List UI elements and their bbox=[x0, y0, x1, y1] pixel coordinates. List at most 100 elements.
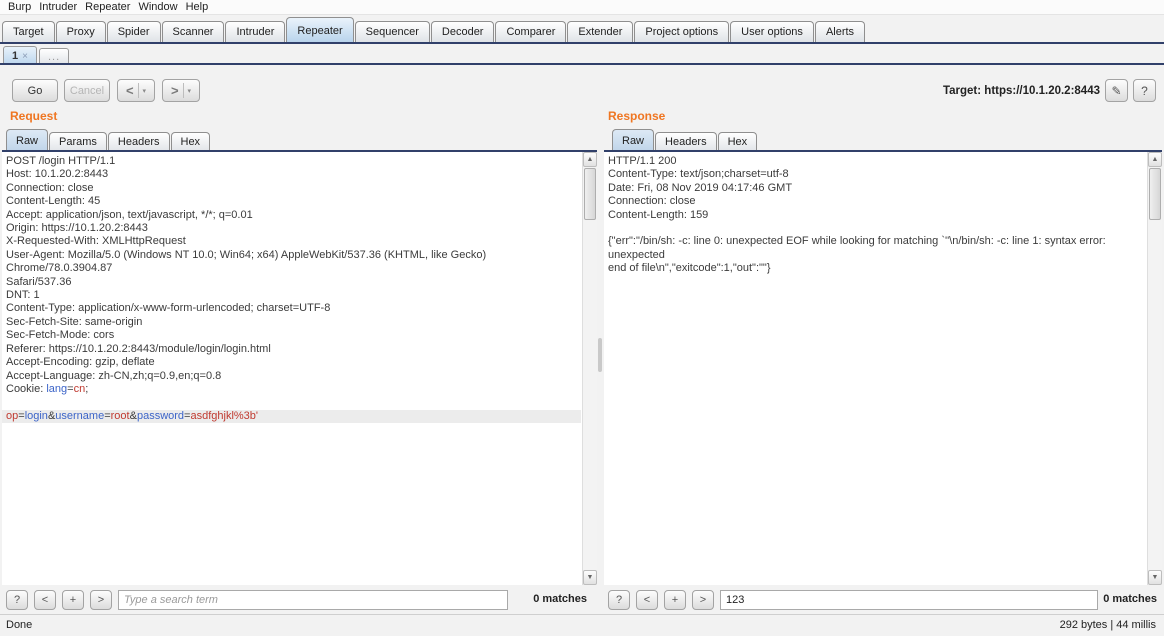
main-tab-decoder[interactable]: Decoder bbox=[430, 21, 495, 42]
request-search-next-button[interactable]: > bbox=[90, 590, 112, 610]
repeater-tab-divider bbox=[0, 63, 1164, 65]
response-search-options-button[interactable]: + bbox=[664, 590, 686, 610]
menu-item-repeater[interactable]: Repeater bbox=[81, 0, 134, 14]
response-tab-raw[interactable]: Raw bbox=[612, 129, 655, 150]
menu-item-window[interactable]: Window bbox=[134, 0, 181, 14]
repeater-tab-label: ... bbox=[47, 51, 61, 63]
main-tab-intruder[interactable]: Intruder bbox=[225, 21, 286, 42]
scroll-up-icon[interactable]: ▲ bbox=[583, 152, 597, 167]
chevron-right-icon: > bbox=[170, 83, 179, 98]
editor-line: Sec-Fetch-Mode: cors bbox=[6, 329, 115, 342]
pencil-icon: ✎ bbox=[1111, 83, 1122, 98]
request-search-input[interactable] bbox=[118, 590, 508, 610]
target-label: Target: https://10.1.20.2:8443 bbox=[942, 84, 1100, 97]
scroll-down-icon[interactable]: ▼ bbox=[1148, 570, 1162, 585]
scrollbar-thumb[interactable] bbox=[584, 168, 596, 220]
editor-line: Content-Type: application/x-www-form-url… bbox=[6, 302, 331, 315]
response-title: Response bbox=[608, 109, 666, 123]
response-search-prev-button[interactable]: < bbox=[636, 590, 658, 610]
next-request-button[interactable]: > ▾ bbox=[162, 79, 200, 102]
repeater-tab-1[interactable]: 1 × bbox=[3, 46, 37, 64]
repeater-tab--[interactable]: ... bbox=[38, 48, 70, 64]
request-search-options-button[interactable]: + bbox=[62, 590, 84, 610]
request-tab-headers[interactable]: Headers bbox=[107, 132, 170, 150]
editor-line: Content-Length: 45 bbox=[6, 195, 101, 208]
menu-item-help[interactable]: Help bbox=[182, 0, 213, 14]
main-tab-repeater[interactable]: Repeater bbox=[286, 17, 354, 42]
main-tab-scanner[interactable]: Scanner bbox=[161, 21, 225, 42]
scroll-up-icon[interactable]: ▲ bbox=[1148, 152, 1162, 167]
edit-target-button[interactable]: ✎ bbox=[1105, 79, 1128, 102]
editor-line: Content-Type: text/json;charset=utf-8 bbox=[608, 168, 789, 181]
response-search-help-button[interactable]: ? bbox=[608, 590, 630, 610]
editor-line: HTTP/1.1 200 bbox=[608, 155, 677, 167]
editor-line: Sec-Fetch-Site: same-origin bbox=[6, 315, 143, 328]
request-search-help-button[interactable]: ? bbox=[6, 590, 28, 610]
status-bar: Done 292 bytes | 44 millis bbox=[0, 614, 1164, 636]
request-tab-hex[interactable]: Hex bbox=[170, 132, 211, 150]
editor-line: Content-Length: 159 bbox=[608, 208, 709, 221]
editor-line: DNT: 1 bbox=[6, 289, 40, 302]
main-tab-comparer[interactable]: Comparer bbox=[495, 21, 567, 42]
main-tab-divider bbox=[0, 42, 1164, 44]
request-scrollbar[interactable]: ▲ ▼ bbox=[582, 152, 597, 585]
response-metrics: 292 bytes | 44 millis bbox=[1059, 619, 1156, 631]
response-editor[interactable]: HTTP/1.1 200 Content-Type: text/json;char… bbox=[604, 152, 1162, 585]
main-tab-spider[interactable]: Spider bbox=[106, 21, 161, 42]
main-tab-target[interactable]: Target bbox=[2, 21, 55, 42]
main-tab-bar: Target Proxy Spider Scanner Intruder Repeater… bbox=[2, 16, 1164, 42]
menu-item-burp[interactable]: Burp bbox=[4, 0, 35, 14]
main-tab-alerts[interactable]: Alerts bbox=[814, 21, 866, 42]
editor-line: op=login&username=root&password=asdfghjk… bbox=[2, 409, 581, 424]
go-button[interactable]: Go bbox=[12, 79, 58, 102]
editor-line: Origin: https://10.1.20.2:8443 bbox=[6, 222, 148, 235]
request-editor-tabs: Raw Params Headers Hex bbox=[6, 129, 211, 150]
editor-line: Connection: close bbox=[6, 181, 94, 194]
main-tab-proxy[interactable]: Proxy bbox=[55, 21, 106, 42]
response-editor-tabs: Raw Headers Hex bbox=[612, 129, 758, 150]
panel-splitter-handle[interactable] bbox=[598, 338, 602, 372]
target-zone: Target: https://10.1.20.2:8443 ✎ ? bbox=[943, 79, 1156, 102]
question-icon: ? bbox=[1141, 83, 1148, 98]
response-match-count: 0 matches bbox=[1103, 593, 1157, 605]
editor-line: X-Requested-With: XMLHttpRequest bbox=[6, 235, 186, 248]
main-tab-user-options[interactable]: User options bbox=[730, 21, 814, 42]
editor-line: User-Agent: Mozilla/5.0 (Windows NT 10.0… bbox=[6, 248, 490, 275]
close-icon[interactable]: × bbox=[22, 51, 28, 62]
main-tab-sequencer[interactable]: Sequencer bbox=[354, 21, 430, 42]
response-tab-headers[interactable]: Headers bbox=[655, 132, 717, 150]
response-tab-hex[interactable]: Hex bbox=[717, 132, 758, 150]
editor-line: Connection: close bbox=[608, 195, 696, 208]
help-button[interactable]: ? bbox=[1133, 79, 1156, 102]
main-tab-project-options[interactable]: Project options bbox=[634, 21, 730, 42]
request-editor[interactable]: POST /login HTTP/1.1 Host: 10.1.20.2:8443… bbox=[2, 152, 597, 585]
request-tab-params[interactable]: Params bbox=[49, 132, 107, 150]
chevron-down-icon[interactable]: ▾ bbox=[184, 87, 196, 95]
response-search-next-button[interactable]: > bbox=[692, 590, 714, 610]
editor-line: POST /login HTTP/1.1 bbox=[6, 155, 116, 167]
scrollbar-thumb[interactable] bbox=[1149, 168, 1161, 220]
request-match-count: 0 matches bbox=[533, 593, 587, 605]
editor-line: Safari/537.36 bbox=[6, 275, 72, 288]
scroll-down-icon[interactable]: ▼ bbox=[583, 570, 597, 585]
main-tab-extender[interactable]: Extender bbox=[567, 21, 634, 42]
editor-line: Accept: application/json, text/javascrip… bbox=[6, 208, 253, 221]
editor-line: Cookie: lang=cn; bbox=[6, 382, 89, 395]
editor-line: Date: Fri, 08 Nov 2019 04:17:46 GMT bbox=[608, 181, 793, 194]
editor-line: Host: 10.1.20.2:8443 bbox=[6, 168, 109, 181]
chevron-left-icon: < bbox=[125, 83, 134, 98]
editor-line: {"err":"/bin/sh: -c: line 0: unexpected … bbox=[608, 235, 1109, 261]
response-search-input[interactable] bbox=[720, 590, 1098, 610]
chevron-down-icon[interactable]: ▾ bbox=[139, 87, 151, 95]
burp-repeater-window: Burp Intruder Repeater Window Help Target Pro… bbox=[0, 0, 1164, 636]
response-scrollbar[interactable]: ▲ ▼ bbox=[1147, 152, 1162, 585]
request-tab-raw[interactable]: Raw bbox=[6, 129, 49, 150]
prev-request-button[interactable]: < ▾ bbox=[117, 79, 155, 102]
menu-item-intruder[interactable]: Intruder bbox=[35, 0, 81, 14]
editor-line: Accept-Language: zh-CN,zh;q=0.9,en;q=0.8 bbox=[6, 369, 222, 382]
request-search-prev-button[interactable]: < bbox=[34, 590, 56, 610]
cancel-button[interactable]: Cancel bbox=[64, 79, 110, 102]
repeater-tab-bar: 1 ×... bbox=[3, 46, 71, 64]
